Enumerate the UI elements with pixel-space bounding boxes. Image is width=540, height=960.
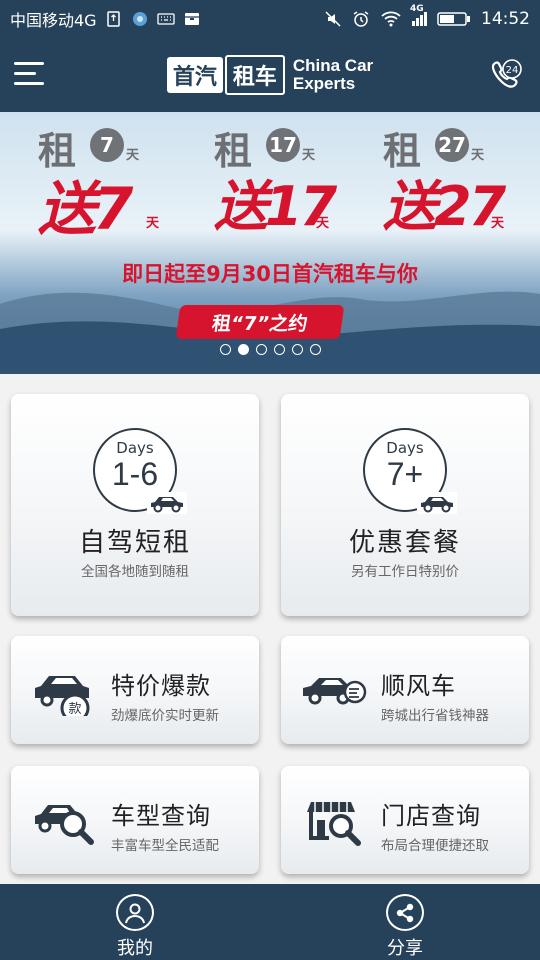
car-price-tag-icon: 款 — [35, 676, 90, 716]
promo-free-unit: 天 — [146, 216, 160, 231]
nav-mine-label: 我的 — [117, 938, 153, 959]
network-type: 4G — [410, 4, 424, 14]
logo-en-line1: China Car — [292, 56, 374, 75]
days-1-6-icon: Days 1-6 — [93, 428, 187, 514]
battery-icon — [437, 12, 470, 26]
days-value: 1-6 — [111, 456, 159, 492]
pagination-dot[interactable] — [273, 344, 285, 355]
promo-rent-17: 租 17 天 送17 天 — [214, 120, 364, 240]
logo-cn-second: 租车 — [224, 55, 285, 95]
app-header: 首汽 租车 China Car Experts 24 — [0, 38, 540, 112]
promo-banner[interactable]: 租 7 天 送7 天 租 17 天 送17 天 租 27 天 送27 天 即日起… — [0, 112, 540, 374]
card-subtitle: 劲爆底价实时更新 — [111, 708, 219, 724]
store-search-icon — [307, 802, 361, 846]
card-subtitle: 全国各地随到随租 — [81, 564, 189, 580]
days-7-plus-icon: Days 7+ — [363, 428, 457, 514]
promo-day-unit: 天 — [302, 148, 316, 163]
car-icon — [417, 492, 457, 514]
mute-icon — [325, 11, 341, 27]
promo-free-days: 送7 — [38, 175, 133, 243]
user-icon — [116, 894, 154, 931]
promo-rent-days: 27 — [435, 128, 469, 162]
card-subtitle: 跨城出行省钱神器 — [381, 708, 489, 724]
price-tag-text: 款 — [68, 702, 81, 716]
app-notification-icon — [132, 12, 147, 26]
packages-card[interactable]: Days 7+ 优惠套餐 另有工作日特别价 — [281, 394, 529, 616]
logo-cn-first: 首汽 — [166, 57, 223, 93]
share-icon — [386, 894, 424, 931]
specials-card[interactable]: 款 特价爆款 劲爆底价实时更新 — [11, 636, 259, 744]
card-title: 顺风车 — [381, 672, 456, 700]
alarm-icon — [353, 11, 369, 27]
clock-text: 14:52 — [481, 9, 530, 29]
card-subtitle: 另有工作日特别价 — [351, 564, 459, 580]
days-label: Days — [386, 439, 424, 457]
usb-icon — [106, 11, 120, 27]
days-value: 7+ — [386, 456, 424, 492]
hotline-badge: 24 — [506, 65, 519, 76]
car-search-icon — [35, 805, 94, 845]
card-title: 自驾短租 — [78, 528, 191, 558]
banner-pill: 租“7”之约 — [175, 305, 345, 339]
phone-24-icon[interactable]: 24 — [488, 58, 522, 92]
card-title: 特价爆款 — [111, 672, 211, 700]
days-label: Days — [116, 439, 154, 457]
card-subtitle: 布局合理便捷还取 — [381, 838, 489, 854]
signal-icon: 4G — [410, 4, 427, 26]
pagination-dot[interactable] — [291, 344, 303, 355]
pagination-dot[interactable] — [219, 344, 231, 355]
promo-free-unit: 天 — [491, 216, 505, 231]
promo-day-unit: 天 — [471, 148, 485, 163]
banner-pagination[interactable] — [0, 344, 540, 355]
bottom-nav: 我的 分享 — [0, 884, 540, 960]
pagination-dot-active[interactable] — [237, 344, 249, 355]
card-title: 优惠套餐 — [348, 528, 461, 558]
pagination-dot[interactable] — [255, 344, 267, 355]
nav-share[interactable]: 分享 — [270, 884, 540, 960]
card-title: 门店查询 — [381, 802, 481, 830]
car-icon — [147, 492, 187, 514]
menu-icon[interactable] — [14, 62, 46, 88]
status-bar: 中国移动4G 4G 14:52 — [0, 0, 540, 38]
promo-rent-days: 7 — [90, 128, 124, 162]
promo-rent-7: 租 7 天 送7 天 — [38, 120, 188, 243]
nav-share-label: 分享 — [387, 938, 423, 959]
short-rent-card[interactable]: Days 1-6 自驾短租 全国各地随到随租 — [11, 394, 259, 616]
promo-rent-27: 租 27 天 送27 天 — [383, 120, 533, 240]
carrier-text: 中国移动4G — [10, 11, 97, 30]
keyboard-icon — [156, 13, 175, 25]
car-search-card[interactable]: 车型查询 丰富车型全民适配 — [11, 766, 259, 874]
promo-free-unit: 天 — [316, 216, 330, 231]
card-subtitle: 丰富车型全民适配 — [111, 838, 219, 854]
wifi-icon — [381, 11, 401, 27]
store-search-card[interactable]: 门店查询 布局合理便捷还取 — [281, 766, 529, 874]
promo-day-unit: 天 — [126, 148, 140, 163]
ride-share-card[interactable]: 顺风车 跨城出行省钱神器 — [281, 636, 529, 744]
banner-headline: 即日起至9月30日首汽租车与你 — [122, 262, 418, 286]
promo-free-days: 送27 — [383, 175, 506, 238]
app-logo: 首汽 租车 China Car Experts — [166, 55, 374, 95]
card-title: 车型查询 — [111, 802, 211, 830]
fast-car-icon — [303, 678, 367, 705]
promo-rent-days: 17 — [266, 128, 300, 162]
logo-en-line2: Experts — [292, 74, 356, 93]
nav-mine[interactable]: 我的 — [0, 884, 270, 960]
pagination-dot[interactable] — [309, 344, 321, 355]
package-icon — [184, 13, 199, 25]
